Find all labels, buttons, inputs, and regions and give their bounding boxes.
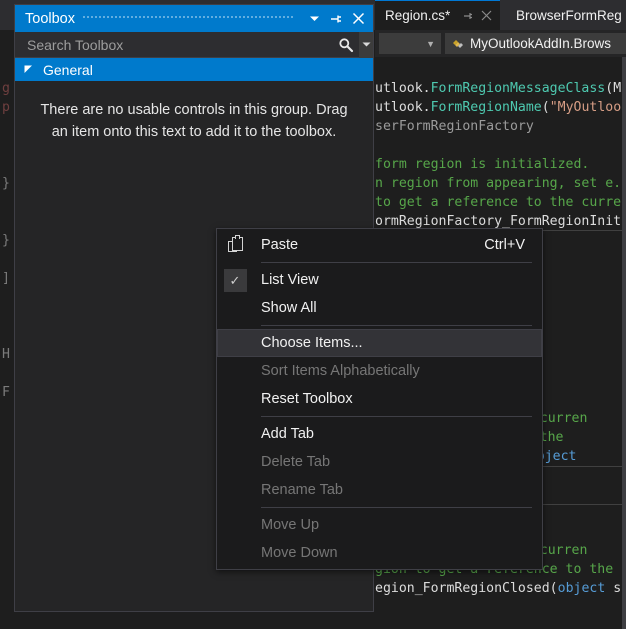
context-menu-item-label: Add Tab [261, 426, 314, 442]
context-menu-item-icon-slot [218, 449, 252, 475]
code-line: } [2, 176, 10, 191]
code-line: form region is initialized. [375, 155, 589, 174]
code-line: utlook.FormRegionMessageClass(M [375, 79, 621, 98]
context-menu-item: Move Down [217, 539, 542, 567]
pin-icon[interactable] [325, 8, 347, 30]
code-token: FormRegionMessageClass [430, 81, 606, 96]
context-menu-item: Rename Tab [217, 476, 542, 504]
context-menu-item[interactable]: Paste Ctrl+V [217, 231, 542, 259]
context-menu-item-label: Rename Tab [261, 482, 343, 498]
code-token: to get a reference to the curre [375, 195, 622, 210]
chevron-down-icon: ▼ [426, 38, 435, 49]
context-menu-separator [261, 325, 532, 326]
code-token: FormRegionName [430, 100, 542, 115]
toolbox-empty-message: There are no usable controls in this gro… [40, 102, 348, 140]
chevron-down-icon[interactable] [359, 31, 373, 58]
code-token: ormRegionFactory_FormRegionInit [375, 214, 622, 229]
close-icon[interactable] [347, 8, 369, 30]
code-token: ( [549, 581, 558, 596]
toolbox-drag-grip[interactable] [82, 5, 295, 32]
context-menu-item-label: List View [261, 272, 319, 288]
chevron-down-icon[interactable] [303, 8, 325, 30]
code-token: form region is initialized. [375, 157, 590, 172]
code-line: ] [2, 271, 10, 286]
editor-tab-region-cs[interactable]: Region.cs* [375, 0, 500, 30]
toolbox-context-menu: Paste Ctrl+V ✓ List View Show All Choose Item… [216, 228, 543, 570]
search-icon[interactable] [333, 32, 359, 58]
toolbox-group-general[interactable]: General [15, 58, 373, 81]
code-line: H [2, 347, 10, 362]
clipboard-icon [218, 232, 252, 258]
context-menu-item-label: Paste [261, 237, 299, 253]
code-token: (M [605, 81, 622, 96]
context-menu-item-label: Reset Toolbox [261, 391, 353, 407]
close-icon[interactable] [478, 8, 494, 24]
editor-vertical-scrollbar[interactable] [622, 57, 626, 629]
context-menu-item[interactable]: Add Tab [217, 420, 542, 448]
code-line: utlook.FormRegionName("MyOutloo [375, 98, 621, 117]
editor-tab-label: BrowserFormReg [516, 7, 622, 23]
context-menu-item-icon-slot [218, 512, 252, 538]
context-menu-item-label: Move Down [261, 545, 338, 561]
code-token: "MyOutloo [549, 100, 622, 115]
editor-tab-label: Region.cs* [385, 8, 451, 23]
code-token: utlook. [375, 81, 431, 96]
code-line: p [2, 100, 10, 115]
code-line: to get a reference to the curre [375, 193, 621, 212]
code-line: serFormRegionFactory [375, 117, 534, 136]
context-menu-item-icon-slot [218, 295, 252, 321]
member-dropdown-value: MyOutlookAddIn.Brows [470, 36, 612, 51]
context-menu-item-icon-slot [218, 330, 252, 356]
editor-tab-browserformregion[interactable]: BrowserFormReg [506, 0, 626, 30]
code-token: s [605, 581, 622, 596]
code-line: } [2, 233, 10, 248]
code-token: object [557, 581, 606, 596]
toolbox-title-bar[interactable]: Toolbox [15, 5, 373, 32]
context-menu-item-label: Move Up [261, 517, 320, 533]
context-menu-item-shortcut: Ctrl+V [484, 237, 525, 253]
method-icon [450, 36, 466, 52]
member-dropdown[interactable]: MyOutlookAddIn.Brows [445, 33, 626, 54]
toolbox-title: Toolbox [25, 10, 75, 27]
pin-icon[interactable] [460, 8, 476, 24]
context-menu-item: Delete Tab [217, 448, 542, 476]
context-menu-item-label: Choose Items... [261, 335, 363, 351]
code-line: n region from appearing, set e. [375, 174, 621, 193]
context-menu-item[interactable]: Reset Toolbox [217, 385, 542, 413]
code-token: ( [541, 100, 550, 115]
context-menu-item-label: Show All [261, 300, 317, 316]
scope-dropdown[interactable]: ▼ [379, 33, 441, 54]
context-menu-separator [261, 507, 532, 508]
context-menu-item-icon-slot [218, 421, 252, 447]
code-line: g [2, 81, 10, 96]
context-menu-item: Move Up [217, 511, 542, 539]
context-menu-item-icon-slot [218, 358, 252, 384]
context-menu-item[interactable]: Choose Items... [217, 329, 542, 357]
check-icon: ✓ [218, 267, 252, 293]
context-menu-separator [261, 262, 532, 263]
context-menu-item: Sort Items Alphabetically [217, 357, 542, 385]
context-menu-item-label: Delete Tab [261, 454, 331, 470]
code-token: utlook. [375, 100, 431, 115]
context-menu-separator [261, 416, 532, 417]
code-line: F [2, 385, 10, 400]
toolbox-group-label: General [43, 61, 93, 78]
triangle-expanded-icon[interactable] [23, 64, 34, 75]
code-token: n region from appearing, set e. [375, 176, 622, 191]
code-line: egion_FormRegionClosed(object s [375, 579, 621, 598]
context-menu-item-icon-slot [218, 477, 252, 503]
code-token: egion_FormRegionClosed [375, 581, 550, 596]
editor-navigation-bar: ▼ MyOutlookAddIn.Brows [375, 30, 626, 57]
code-token: serFormRegionFactory [375, 119, 534, 134]
search-input[interactable] [15, 35, 333, 54]
context-menu-item-icon-slot [218, 386, 252, 412]
context-menu-item[interactable]: Show All [217, 294, 542, 322]
context-menu-item-icon-slot [218, 540, 252, 566]
context-menu-item[interactable]: ✓ List View [217, 266, 542, 294]
toolbox-search-bar [15, 31, 373, 58]
context-menu-item-label: Sort Items Alphabetically [261, 363, 420, 379]
